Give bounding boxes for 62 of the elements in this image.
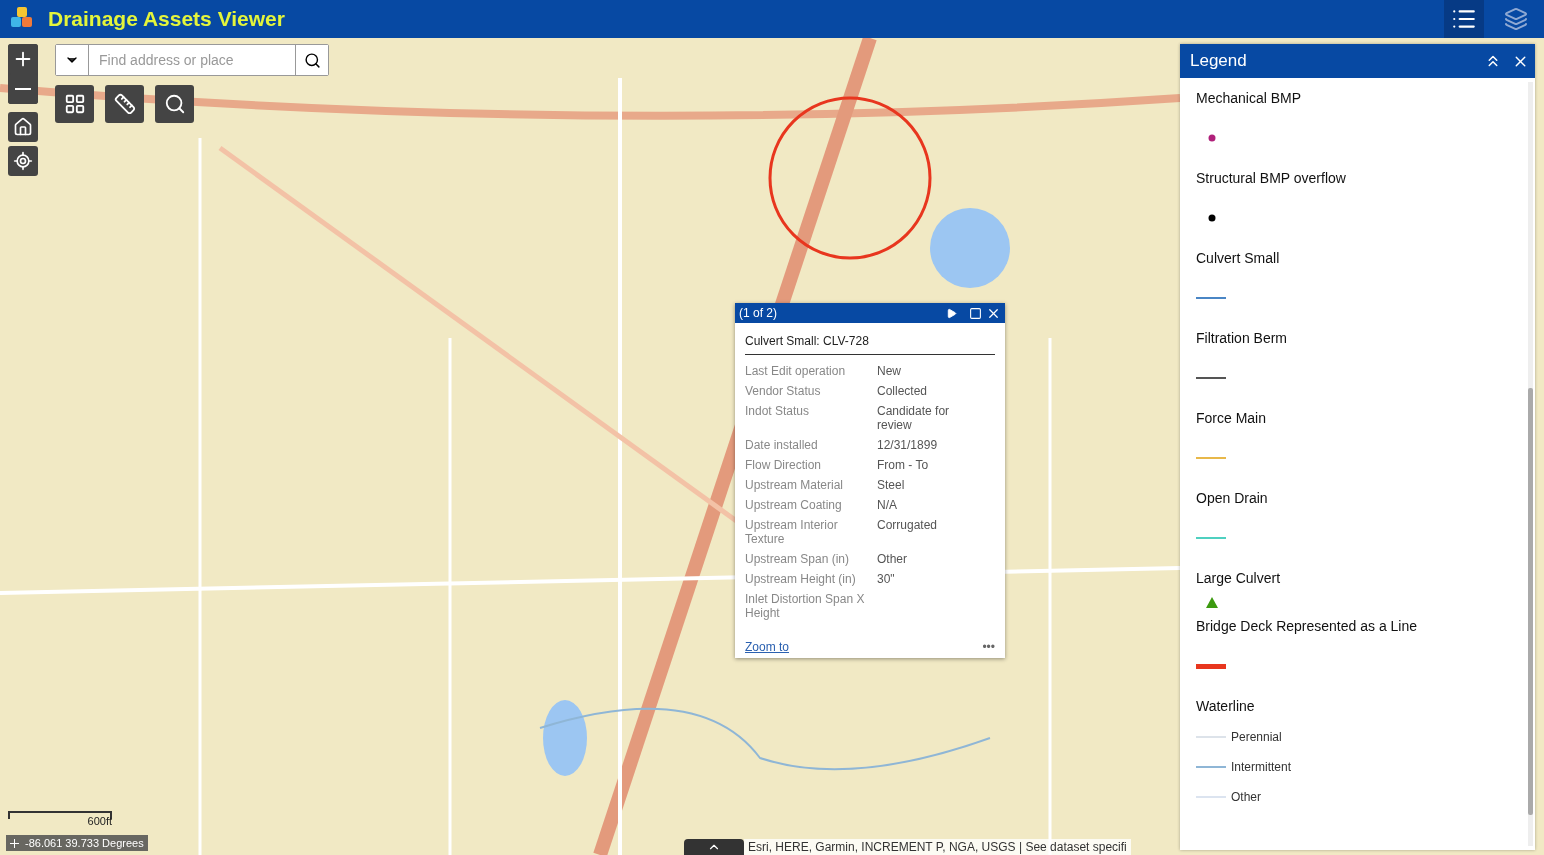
field-value: Corrugated xyxy=(877,518,939,534)
field-label: Flow Direction xyxy=(745,458,823,472)
field-value: Steel xyxy=(877,478,906,492)
search-bar[interactable]: Find address or place xyxy=(55,44,329,76)
field-value: 12/31/1899 xyxy=(877,438,939,452)
legend-label: Bridge Deck Represented as a Line xyxy=(1196,617,1419,636)
home-button[interactable] xyxy=(8,112,38,142)
field-value: From - To xyxy=(877,458,930,472)
grid-button[interactable] xyxy=(55,85,94,123)
popup-counter: (1 of 2) xyxy=(739,306,778,320)
legend-sublabel: Intermittent xyxy=(1231,760,1292,774)
ruler-button[interactable] xyxy=(105,85,144,123)
legend-label: Large Culvert xyxy=(1196,569,1282,588)
field-label: Date installed xyxy=(745,438,819,452)
legend-list-icon[interactable] xyxy=(1444,0,1484,38)
coordinate-display: -86.061 39.733 Degrees xyxy=(6,835,148,851)
expand-button[interactable] xyxy=(684,839,744,855)
caret-icon[interactable] xyxy=(56,45,89,75)
maximize-icon[interactable] xyxy=(969,306,982,320)
field-label: Upstream Material xyxy=(745,478,845,492)
field-value: Collected xyxy=(877,384,929,398)
field-label: Last Edit operation xyxy=(745,364,847,378)
field-label: Vendor Status xyxy=(745,384,822,398)
popup-title: Culvert Small: CLV-728 xyxy=(745,329,995,355)
legend-sublabel: Perennial xyxy=(1231,730,1282,744)
field-label: Upstream Height (in) xyxy=(745,572,857,586)
search-icon[interactable] xyxy=(295,45,328,75)
legend-label: Waterline xyxy=(1196,697,1256,716)
field-label: Upstream Coating xyxy=(745,498,843,512)
search-button[interactable] xyxy=(155,85,194,123)
legend-label: Structural BMP overflow xyxy=(1196,169,1347,188)
crosshair-icon xyxy=(13,151,33,171)
field-value: Candidate for review xyxy=(877,404,951,432)
legend-sublabel: Other xyxy=(1231,790,1261,804)
attribution-text: Esri, HERE, Garmin, INCREMENT P, NGA, USGS | See dataset specifi xyxy=(744,839,1131,855)
legend-label: Mechanical BMP xyxy=(1196,89,1303,108)
field-value: Other xyxy=(877,552,908,566)
field-label: Inlet Distortion Span X Height xyxy=(745,592,866,620)
ruler-icon xyxy=(113,93,136,115)
app-title: Drainage Assets Viewer xyxy=(48,7,286,31)
field-label: Upstream Span (in) xyxy=(745,552,851,566)
field-value: N/A xyxy=(877,498,898,512)
grid-icon xyxy=(63,93,86,115)
field-label: Indot Status xyxy=(745,404,811,420)
legend-label: Open Drain xyxy=(1196,489,1269,508)
search-icon xyxy=(163,93,186,115)
legend-label: Force Main xyxy=(1196,409,1268,428)
minus-icon xyxy=(15,88,31,90)
field-label: Upstream Interior Texture xyxy=(745,518,839,546)
field-value: New xyxy=(877,364,902,378)
zoom-to-link[interactable]: Zoom to xyxy=(745,640,789,654)
more-button[interactable]: ••• xyxy=(982,640,995,654)
scrollbar[interactable] xyxy=(1528,82,1533,846)
legend-label: Filtration Berm xyxy=(1196,329,1289,348)
field-value: 30" xyxy=(877,572,896,586)
legend-title: Legend xyxy=(1190,51,1248,71)
legend-label: Culvert Small xyxy=(1196,249,1281,268)
scale-label: 600ft xyxy=(86,815,112,827)
crosshair-icon xyxy=(10,838,19,848)
locate-button[interactable] xyxy=(8,146,38,176)
next-icon[interactable] xyxy=(946,307,957,319)
home-icon xyxy=(13,117,33,137)
